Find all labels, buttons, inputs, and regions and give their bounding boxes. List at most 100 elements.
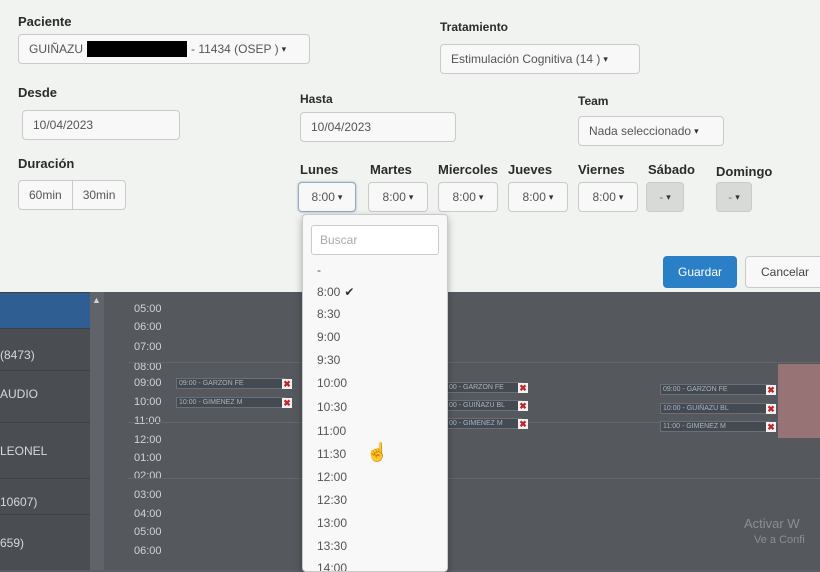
tratamiento-value: Estimulación Cognitiva (14 ) [451,52,601,66]
day-label-domingo: Domingo [716,164,773,179]
delete-x-icon[interactable]: ✖ [518,383,528,393]
team-value: Nada seleccionado [589,124,692,138]
caret-down-icon: ▾ [666,191,671,202]
caret-down-icon: ▾ [735,191,740,202]
hour-label: 05:00 [134,303,162,315]
time-option[interactable]: 12:00 [317,470,347,484]
duracion-30-button[interactable]: 30min [72,180,127,210]
appointment-event[interactable]: 10:00 - GUIÑAZU BL [660,403,770,414]
time-option-selected[interactable]: 8:00 ✔ [317,285,354,299]
duracion-60-button[interactable]: 60min [18,180,73,210]
caret-down-icon: ▾ [337,191,343,202]
time-option[interactable]: 11:00 [317,424,346,438]
paciente-select[interactable]: GUIÑAZU - 11434 (OSEP ) ▾ [18,34,310,64]
hasta-input[interactable]: 10/04/2023 [300,112,456,142]
appointment-event[interactable]: 09:00 - GARZON FE [176,378,286,389]
hour-label: 07:00 [134,341,162,353]
caret-down-icon: ▾ [618,191,624,202]
appointment-event[interactable]: 00 - GARZON FE [446,382,522,393]
hour-label: 11:00 [134,415,161,427]
hour-label: 06:00 [134,545,162,557]
time-option[interactable]: 9:30 [317,353,340,367]
patient-row[interactable]: 659) [0,514,90,571]
martes-time-select[interactable]: 8:00 ▾ [368,182,428,212]
time-option[interactable]: 12:30 [317,493,347,507]
caret-down-icon: ▾ [408,191,414,202]
time-option[interactable]: 13:00 [317,516,347,530]
appointment-event[interactable]: 09:00 - GARZON FE [660,384,770,395]
caret-down-icon: ▾ [478,191,484,202]
guardar-button[interactable]: Guardar [663,256,737,288]
time-option[interactable]: 8:30 [317,307,340,321]
appointment-event[interactable]: 00 - GUIÑAZU BL [446,400,522,411]
paciente-label: Paciente [18,14,72,29]
hour-label: 10:00 [134,396,162,408]
caret-down-icon: ▾ [603,53,608,64]
caret-down-icon: ▾ [281,43,287,54]
hour-label: 04:00 [134,508,162,520]
grid-line [128,478,820,479]
appointment-event[interactable]: 11:00 - GIMENEZ M [660,421,770,432]
team-label: Team [578,94,609,108]
miercoles-time-select[interactable]: 8:00 ▾ [438,182,498,212]
appointment-event[interactable]: 00 - GIMENEZ M [446,418,522,429]
delete-x-icon[interactable]: ✖ [282,379,292,389]
delete-x-icon[interactable]: ✖ [518,419,528,429]
domingo-time-value: - [728,190,733,204]
checkmark-icon: ✔ [344,285,355,299]
delete-x-icon[interactable]: ✖ [766,404,776,414]
hand-pointer-icon: ☝ [366,442,389,462]
viernes-time-select[interactable]: 8:00 ▾ [578,182,638,212]
paciente-name: GUIÑAZU [29,42,83,56]
sabado-time-select[interactable]: - ▾ [646,182,684,212]
caret-down-icon: ▾ [694,125,699,136]
hour-label: 02:00 [134,470,162,482]
duracion-label: Duración [18,156,75,171]
hour-label: 01:00 [134,452,162,464]
hour-label: 12:00 [134,434,162,446]
time-option[interactable]: - [317,263,321,277]
hour-label: 06:00 [134,321,162,333]
time-option[interactable]: 10:00 [317,376,347,390]
day-label-jueves: Jueves [508,162,553,177]
team-select[interactable]: Nada seleccionado ▾ [578,116,724,146]
time-option[interactable]: 11:30 [317,447,346,461]
time-option[interactable]: 10:30 [317,400,347,414]
tratamiento-label: Tratamiento [440,20,509,34]
patient-row-list: (8473) AUDIO LEONEL 10607) 659) [0,292,90,570]
patient-row[interactable]: LEONEL [0,422,90,479]
windows-activation-watermark: Activar W [744,516,800,531]
tratamiento-select[interactable]: Estimulación Cognitiva (14 ) ▾ [440,44,640,74]
grid-line [128,362,820,363]
windows-activation-hint: Ve a Confi [754,534,805,546]
dropdown-search-input[interactable]: Buscar [311,225,439,255]
day-label-miercoles: Miercoles [438,162,498,177]
viernes-time-value: 8:00 [592,190,616,204]
appointment-event[interactable]: 10:00 - GIMENEZ M [176,397,286,408]
desde-input[interactable]: 10/04/2023 [22,110,180,140]
domingo-time-select[interactable]: - ▾ [716,182,752,212]
hour-label: 09:00 [134,377,162,389]
hour-label: 05:00 [134,526,162,538]
time-option-label: 8:00 [317,285,341,299]
delete-x-icon[interactable]: ✖ [766,385,776,395]
day-label-viernes: Viernes [578,162,625,177]
scroll-up-icon[interactable]: ▲ [92,295,101,305]
time-option[interactable]: 9:00 [317,330,340,344]
delete-x-icon[interactable]: ✖ [282,398,292,408]
jueves-time-select[interactable]: 8:00 ▾ [508,182,568,212]
lunes-time-select[interactable]: 8:00 ▾ [298,182,356,212]
duracion-toggle-group: 60min 30min [18,180,127,210]
delete-x-icon[interactable]: ✖ [766,422,776,432]
time-option[interactable]: 14:00 [317,561,347,571]
martes-time-value: 8:00 [382,190,406,204]
paciente-id: - 11434 (OSEP ) [191,42,279,56]
patient-row[interactable]: AUDIO [0,370,90,417]
lunes-time-value: 8:00 [311,190,335,204]
delete-x-icon[interactable]: ✖ [518,401,528,411]
time-option[interactable]: 13:30 [317,539,347,553]
patient-row[interactable] [0,292,90,329]
vertical-scrollbar[interactable] [90,292,104,570]
cancelar-button[interactable]: Cancelar [745,256,820,288]
hasta-label: Hasta [300,92,333,106]
